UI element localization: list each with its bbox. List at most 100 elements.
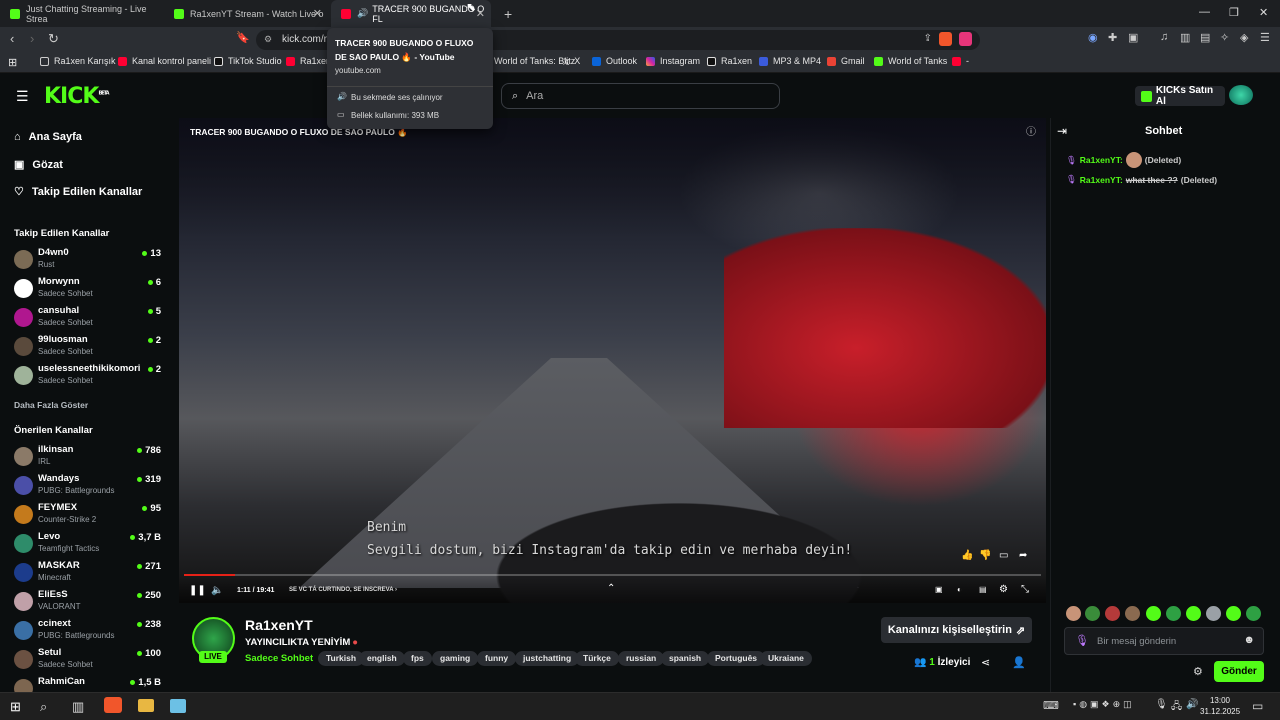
close-tab-icon[interactable]: ✕ xyxy=(476,7,485,20)
sidebar-item-following[interactable]: ♡ Takip Edilen Kanallar xyxy=(14,185,142,199)
send-button[interactable]: Gönder xyxy=(1214,661,1264,682)
keyboard-icon[interactable]: ⌨ xyxy=(1043,699,1059,712)
sidebar-toggle-icon[interactable]: ▥ xyxy=(1180,31,1190,44)
settings-icon[interactable]: ⚙ xyxy=(999,584,1008,595)
sidebar-channel[interactable]: uselessneethikikomori Sadece Sohbet 2 xyxy=(14,362,164,390)
brave-shields-icon[interactable] xyxy=(939,32,952,46)
app-icon[interactable] xyxy=(170,699,186,713)
like-icon[interactable]: 👍 xyxy=(961,550,973,561)
maximize-icon[interactable]: ❐ xyxy=(1229,6,1239,19)
new-tab-button[interactable]: + xyxy=(494,0,518,27)
stream-tag[interactable]: justchatting xyxy=(515,651,580,666)
pause-icon[interactable]: ❚❚ xyxy=(189,585,206,596)
minimize-icon[interactable]: — xyxy=(1199,6,1210,18)
extensions-icon[interactable]: ✚ xyxy=(1108,31,1117,44)
forward-icon[interactable]: › xyxy=(30,31,34,46)
bookmark-item[interactable]: Ra1xen xyxy=(707,56,752,66)
stream-category[interactable]: Sadece Sohbet xyxy=(245,653,313,664)
brave-browser-icon[interactable] xyxy=(104,697,122,713)
stream-tag[interactable]: Ukraiane xyxy=(760,651,812,666)
bookmark-item[interactable]: World of Tanks xyxy=(874,56,947,66)
buy-kicks-button[interactable]: KICKs Satın Al xyxy=(1135,85,1225,107)
bookmark-item[interactable]: TikTok Studio xyxy=(214,56,282,66)
taskbar-clock[interactable]: 13:00 31.12.2025 xyxy=(1200,695,1240,717)
sidebar-item-browse[interactable]: ▣ Gözat xyxy=(14,158,63,172)
emote-icon[interactable] xyxy=(1166,606,1181,621)
stream-tag[interactable]: funny xyxy=(477,651,517,666)
sidebar-channel[interactable]: RahmiCan 1,5 B xyxy=(14,675,164,692)
media-icon[interactable]: ♫ xyxy=(1160,31,1168,43)
bookmark-item[interactable]: Outlook xyxy=(592,56,637,66)
share-icon[interactable]: ⋖ xyxy=(981,656,990,669)
screenshot-icon[interactable]: ▣ xyxy=(1128,31,1138,44)
stream-tag[interactable]: russian xyxy=(618,651,665,666)
dislike-icon[interactable]: 👎 xyxy=(979,550,991,561)
chat-username[interactable]: Ra1xenYT: xyxy=(1080,155,1123,165)
windows-start-icon[interactable]: ⊞ xyxy=(10,699,21,715)
stream-tag[interactable]: gaming xyxy=(432,651,479,666)
sidebar-item-home[interactable]: ⌂ Ana Sayfa xyxy=(14,131,82,143)
stream-tag[interactable]: fps xyxy=(403,651,432,666)
emote-icon[interactable] xyxy=(1125,606,1140,621)
collapse-chat-icon[interactable]: ⇥ xyxy=(1057,124,1067,138)
chat-settings-icon[interactable]: ⚙ xyxy=(1193,665,1203,678)
follow-user-icon[interactable]: 👤 xyxy=(1012,656,1026,669)
bookmark-item[interactable]: Ra1xen Karışık xyxy=(40,56,116,66)
subtitles-icon[interactable]: ▤ xyxy=(979,585,987,594)
share-icon[interactable]: ➦ xyxy=(1019,550,1027,561)
notifications-icon[interactable]: ▭ xyxy=(1252,699,1263,713)
chapter-label[interactable]: SE VC TÁ CURTINDO, SE INSCREVA › xyxy=(289,587,397,593)
bookmark-icon[interactable]: 🔖 xyxy=(236,31,250,44)
customize-channel-button[interactable]: Kanalınızı kişiselleştirin ⇗ xyxy=(881,617,1032,643)
task-view-icon[interactable]: ▥ xyxy=(72,699,84,715)
sidebar-channel[interactable]: Setul Sadece Sohbet 100 xyxy=(14,646,164,674)
autoplay-icon[interactable]: ▣ xyxy=(935,585,943,594)
stream-tag[interactable]: Türkçe xyxy=(575,651,619,666)
emote-icon[interactable] xyxy=(1085,606,1100,621)
vpn-icon[interactable]: ◉ xyxy=(1088,31,1098,44)
emote-icon[interactable] xyxy=(1226,606,1241,621)
sidebar-channel[interactable]: Levo Teamfight Tactics 3,7 B xyxy=(14,530,164,558)
toggle-icon[interactable]: ◐ xyxy=(957,585,962,594)
wallet-icon[interactable]: ▤ xyxy=(1200,31,1210,44)
menu-icon[interactable]: ☰ xyxy=(1260,31,1270,44)
exit-fullscreen-icon[interactable]: ⤡ xyxy=(1021,584,1029,595)
browser-tab[interactable]: Just Chatting Streaming - Live Strea xyxy=(0,0,162,27)
sidebar-channel[interactable]: ccinext PUBG: Battlegrounds 238 xyxy=(14,617,164,645)
network-icon[interactable]: 🖧 xyxy=(1171,699,1182,716)
apps-icon[interactable]: ⊞ xyxy=(8,56,17,69)
info-icon[interactable]: ⓘ xyxy=(1026,123,1036,138)
streamer-name[interactable]: Ra1xenYT xyxy=(245,617,313,633)
emote-icon[interactable] xyxy=(1246,606,1261,621)
share-icon[interactable]: ⇪ xyxy=(924,33,932,44)
stream-tag[interactable]: Português xyxy=(707,651,766,666)
site-settings-icon[interactable]: ⚙ xyxy=(264,34,272,45)
bookmark-item[interactable]: 𝕏X xyxy=(562,56,580,67)
comment-icon[interactable]: ▭ xyxy=(999,550,1008,561)
video-player[interactable]: TRACER 900 BUGANDO O FLUXO DE SAO PAULO … xyxy=(179,118,1046,603)
chat-username[interactable]: Ra1xenYT: xyxy=(1080,175,1123,185)
speaker-icon[interactable]: 🔊 xyxy=(357,8,368,19)
emote-icon[interactable] xyxy=(1066,606,1081,621)
sidebar-channel[interactable]: cansuhal Sadece Sohbet 5 xyxy=(14,304,164,332)
vpn-shield-icon[interactable]: ◈ xyxy=(1240,31,1248,44)
volume-icon[interactable]: 🔊 xyxy=(1186,699,1198,710)
leo-ai-icon[interactable]: ✧ xyxy=(1220,31,1229,44)
search-icon[interactable]: ⌕ xyxy=(40,699,47,715)
emoji-icon[interactable]: ☻ xyxy=(1243,634,1255,646)
volume-icon[interactable]: 🔈 xyxy=(211,585,223,596)
chevron-up-icon[interactable]: ⌃ xyxy=(607,583,615,594)
emote-icon[interactable] xyxy=(1186,606,1201,621)
stream-tag[interactable]: spanish xyxy=(661,651,710,666)
sidebar-channel[interactable]: 99luosman Sadece Sohbet 2 xyxy=(14,333,164,361)
stream-tag[interactable]: english xyxy=(359,651,405,666)
sidebar-channel[interactable]: ilkinsan IRL 786 xyxy=(14,443,164,471)
bookmark-item[interactable]: Ra1xen xyxy=(286,56,331,66)
emote-icon[interactable] xyxy=(1146,606,1161,621)
sidebar-channel[interactable]: EliEsS VALORANT 250 xyxy=(14,588,164,616)
bookmark-item[interactable]: Kanal kontrol paneli xyxy=(118,56,211,66)
back-icon[interactable]: ‹ xyxy=(10,31,14,46)
emote-icon[interactable] xyxy=(1105,606,1120,621)
kick-logo[interactable]: KICKBETA xyxy=(44,84,110,109)
close-tab-icon[interactable]: ✕ xyxy=(313,7,322,20)
